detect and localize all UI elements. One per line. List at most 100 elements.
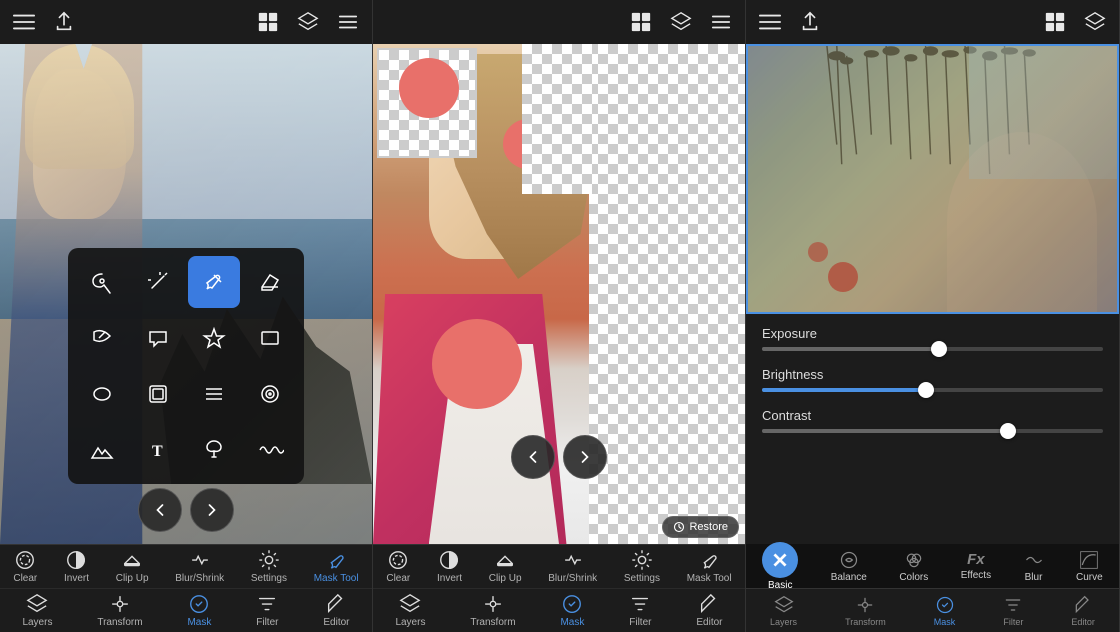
grid-icon-p3[interactable] xyxy=(1043,10,1067,34)
bottom-tabbar-p3: Layers Transform Mask Filter Editor xyxy=(746,588,1119,632)
arrow-right-btn-p2[interactable] xyxy=(563,435,607,479)
invert-btn-p1[interactable]: Invert xyxy=(64,549,89,584)
topbar-left-icons xyxy=(12,10,76,34)
share-icon-p3[interactable] xyxy=(798,10,822,34)
canvas-1[interactable]: T xyxy=(0,44,372,544)
filter-tab-basic[interactable]: Basic xyxy=(762,542,798,591)
filter-tab-p2[interactable]: Filter xyxy=(629,593,651,628)
transform-tab-p2[interactable]: Transform xyxy=(470,593,515,628)
mask-tab-p1[interactable]: Mask xyxy=(187,593,211,628)
topbar-right-icons-p3 xyxy=(1043,10,1107,34)
exposure-label: Exposure xyxy=(762,326,1103,341)
transform-tab-p1[interactable]: Transform xyxy=(97,593,142,628)
restore-btn-p2[interactable]: Restore xyxy=(662,516,739,538)
editor-tab-p2[interactable]: Editor xyxy=(696,593,722,628)
tool-spade[interactable] xyxy=(188,424,240,476)
filter-tab-balance[interactable]: Balance xyxy=(831,550,867,583)
clear-btn-p1[interactable]: Clear xyxy=(13,549,37,584)
panel-2: Restore Clear Invert Clip Up Blur/Shrink xyxy=(373,0,746,632)
brightness-row: Brightness xyxy=(762,367,1103,392)
brightness-track[interactable] xyxy=(762,388,1103,392)
tool-lines[interactable] xyxy=(188,368,240,420)
tool-rect2[interactable] xyxy=(132,368,184,420)
bottom-toolbar-2: Clear Invert Clip Up Blur/Shrink Setting… xyxy=(373,544,745,632)
toolbar-row2-p2: Layers Transform Mask Filter Editor xyxy=(373,589,745,632)
filter-tab-effects[interactable]: Fx Effects xyxy=(961,551,991,581)
brightness-thumb[interactable] xyxy=(918,382,934,398)
tool-wave[interactable] xyxy=(244,424,296,476)
contrast-thumb[interactable] xyxy=(1000,423,1016,439)
mask-tab-p3[interactable]: Mask xyxy=(934,595,956,627)
grid-icon[interactable] xyxy=(256,10,280,34)
exposure-row: Exposure xyxy=(762,326,1103,351)
topbar-2 xyxy=(373,0,745,44)
editor-tab-p3[interactable]: Editor xyxy=(1071,595,1095,627)
layers-icon-p3[interactable] xyxy=(1083,10,1107,34)
filter-tab-p3-bottom[interactable]: Filter xyxy=(1003,595,1023,627)
tool-rect[interactable] xyxy=(244,312,296,364)
arrow-right-btn[interactable] xyxy=(190,488,234,532)
arrow-left-btn[interactable] xyxy=(138,488,182,532)
filter-tab-blur[interactable]: Blur xyxy=(1024,550,1044,583)
menu-icon[interactable] xyxy=(12,10,36,34)
clipup-btn-p1[interactable]: Clip Up xyxy=(116,549,149,584)
filter-tab-curve[interactable]: Curve xyxy=(1076,550,1103,583)
bottom-toolbar-1: Clear Invert Clip Up Blur/Shrink Setting… xyxy=(0,544,372,632)
layers-icon-1[interactable] xyxy=(296,10,320,34)
arrow-nav-1 xyxy=(138,488,234,532)
tool-speech[interactable] xyxy=(132,312,184,364)
exposure-thumb[interactable] xyxy=(931,341,947,357)
tool-brush[interactable] xyxy=(188,256,240,308)
topbar-center-icons-p2 xyxy=(629,10,733,34)
basic-x-btn[interactable] xyxy=(762,542,798,578)
layers-icon-p2[interactable] xyxy=(669,10,693,34)
topbar-right-icons xyxy=(256,10,360,34)
share-icon[interactable] xyxy=(52,10,76,34)
settings-btn-p2[interactable]: Settings xyxy=(624,549,660,584)
blurshrink-btn-p2[interactable]: Blur/Shrink xyxy=(548,549,597,584)
menu-icon-p3[interactable] xyxy=(758,10,782,34)
grid-icon-p2[interactable] xyxy=(629,10,653,34)
adjustments-panel: Exposure Brightness Contrast xyxy=(746,314,1119,544)
tool-radial[interactable] xyxy=(244,368,296,420)
contrast-row: Contrast xyxy=(762,408,1103,433)
tool-star[interactable] xyxy=(188,312,240,364)
settings-btn-p1[interactable]: Settings xyxy=(251,549,287,584)
layers-tab-p3[interactable]: Layers xyxy=(770,595,797,627)
masktool-btn-p1[interactable]: Mask Tool xyxy=(314,549,359,584)
masktool-btn-p2[interactable]: Mask Tool xyxy=(687,549,732,584)
tool-wand[interactable] xyxy=(132,256,184,308)
canvas-2[interactable]: Restore xyxy=(373,44,745,544)
topbar-left-icons-p3 xyxy=(758,10,822,34)
layers-tab-p2[interactable]: Layers xyxy=(395,593,425,628)
arrow-left-btn-p2[interactable] xyxy=(511,435,555,479)
filter-tab-colors[interactable]: Colors xyxy=(899,550,928,583)
layers-tab-p1[interactable]: Layers xyxy=(22,593,52,628)
topbar-3 xyxy=(746,0,1119,44)
transform-tab-p3[interactable]: Transform xyxy=(845,595,886,627)
layers2-icon-p2[interactable] xyxy=(709,10,733,34)
clear-btn-p2[interactable]: Clear xyxy=(386,549,410,584)
filter-tab-p1[interactable]: Filter xyxy=(256,593,278,628)
layers-icon-2[interactable] xyxy=(336,10,360,34)
blurshrink-btn-p1[interactable]: Blur/Shrink xyxy=(175,549,224,584)
panel-3: Exposure Brightness Contrast xyxy=(746,0,1120,632)
contrast-track[interactable] xyxy=(762,429,1103,433)
tool-ellipse[interactable] xyxy=(76,368,128,420)
tool-mountain[interactable] xyxy=(76,424,128,476)
svg-text:T: T xyxy=(152,443,163,460)
toolbar-row1-p2: Clear Invert Clip Up Blur/Shrink Setting… xyxy=(373,545,745,589)
tool-eraser[interactable] xyxy=(244,256,296,308)
clipup-btn-p2[interactable]: Clip Up xyxy=(489,549,522,584)
tool-text[interactable]: T xyxy=(132,424,184,476)
exposure-track[interactable] xyxy=(762,347,1103,351)
mask-tab-p2[interactable]: Mask xyxy=(560,593,584,628)
toolbar-row1-panel1: Clear Invert Clip Up Blur/Shrink Setting… xyxy=(0,545,372,589)
tool-lasso[interactable] xyxy=(76,256,128,308)
topbar-1 xyxy=(0,0,372,44)
brightness-label: Brightness xyxy=(762,367,1103,382)
toolbar-row2-panel1: Layers Transform Mask Filter Editor xyxy=(0,589,372,632)
tool-gradient[interactable] xyxy=(76,312,128,364)
editor-tab-p1[interactable]: Editor xyxy=(323,593,349,628)
invert-btn-p2[interactable]: Invert xyxy=(437,549,462,584)
